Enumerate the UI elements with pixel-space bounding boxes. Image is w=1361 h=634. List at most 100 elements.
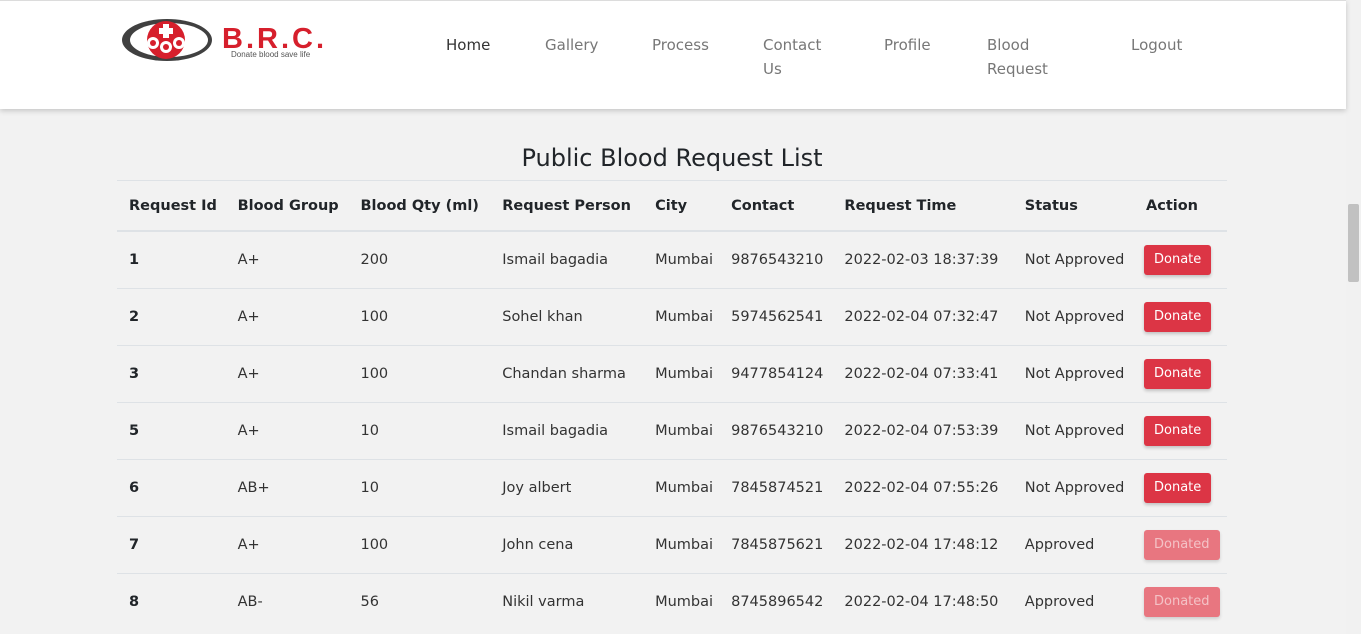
cell-request-person: Chandan sharma — [490, 345, 644, 403]
cell-blood-qty: 10 — [348, 459, 491, 517]
header-action: Action — [1134, 180, 1227, 232]
header-request-id: Request Id — [117, 180, 226, 232]
cell-request-person: Joy albert — [490, 459, 644, 517]
header-city: City — [643, 180, 720, 232]
cell-city: Mumbai — [643, 345, 720, 403]
cell-contact: 7845875621 — [719, 516, 833, 574]
cell-request-time: 2022-02-04 07:55:26 — [832, 459, 1013, 517]
page-scrollbar[interactable] — [1346, 0, 1361, 634]
cell-request-time: 2022-02-03 18:37:39 — [832, 230, 1013, 289]
table-row: 3 A+ 100 Chandan sharma Mumbai 947785412… — [117, 345, 1227, 403]
cell-blood-group: AB+ — [225, 459, 349, 517]
nav-profile[interactable]: Profile — [884, 33, 931, 57]
nav-contact-us[interactable]: Contact Us — [763, 33, 821, 81]
cell-blood-group: A+ — [225, 288, 349, 346]
donate-button[interactable]: Donate — [1144, 473, 1212, 503]
cell-request-time: 2022-02-04 07:32:47 — [832, 288, 1013, 346]
header-blood-qty: Blood Qty (ml) — [348, 180, 491, 232]
cell-city: Mumbai — [643, 288, 720, 346]
cell-contact: 7845874521 — [719, 459, 833, 517]
header-request-person: Request Person — [490, 180, 644, 232]
cell-blood-group: A+ — [225, 230, 349, 289]
cell-request-time: 2022-02-04 07:33:41 — [832, 345, 1013, 403]
cell-contact: 9876543210 — [719, 230, 833, 289]
cell-contact: 9477854124 — [719, 345, 833, 403]
cell-action: Donate — [1134, 288, 1227, 346]
nav-blood-request-label-2: Request — [987, 60, 1048, 78]
cell-blood-qty: 100 — [348, 516, 491, 574]
brc-logo[interactable]: B.R.C. Donate blood save life — [122, 17, 367, 63]
header-request-time: Request Time — [832, 180, 1013, 232]
cell-request-id: 5 — [117, 402, 226, 460]
nav-contact-label-1: Contact — [763, 36, 822, 54]
cell-blood-group: A+ — [225, 516, 349, 574]
cell-status: Approved — [1012, 573, 1134, 630]
cell-status: Not Approved — [1012, 402, 1134, 460]
cell-blood-qty: 100 — [348, 288, 491, 346]
table-row: 2 A+ 100 Sohel khan Mumbai 5974562541 20… — [117, 288, 1227, 346]
blood-request-table: Request Id Blood Group Blood Qty (ml) Re… — [117, 180, 1227, 630]
header-contact: Contact — [719, 180, 833, 232]
cell-request-person: Sohel khan — [490, 288, 644, 346]
nav-contact-label-2: Us — [763, 60, 782, 78]
donate-button[interactable]: Donate — [1144, 359, 1212, 389]
cell-blood-qty: 10 — [348, 402, 491, 460]
cell-city: Mumbai — [643, 230, 720, 289]
cell-request-person: Ismail bagadia — [490, 230, 644, 289]
cell-blood-qty: 100 — [348, 345, 491, 403]
cell-request-time: 2022-02-04 07:53:39 — [832, 402, 1013, 460]
cell-blood-qty: 200 — [348, 230, 491, 289]
nav-logout[interactable]: Logout — [1131, 33, 1182, 57]
donate-button[interactable]: Donate — [1144, 245, 1212, 275]
cell-request-person: Ismail bagadia — [490, 402, 644, 460]
cell-blood-group: A+ — [225, 345, 349, 403]
cell-blood-group: AB- — [225, 573, 349, 630]
cell-status: Not Approved — [1012, 288, 1134, 346]
cell-blood-group: A+ — [225, 402, 349, 460]
cell-status: Not Approved — [1012, 345, 1134, 403]
nav-blood-request-label-1: Blood — [987, 36, 1030, 54]
nav-process[interactable]: Process — [652, 33, 709, 57]
cell-request-id: 7 — [117, 516, 226, 574]
cell-status: Not Approved — [1012, 230, 1134, 289]
scrollbar-thumb[interactable] — [1348, 204, 1359, 282]
donate-button[interactable]: Donate — [1144, 302, 1212, 332]
nav-blood-request[interactable]: Blood Request — [987, 33, 1048, 81]
cell-blood-qty: 56 — [348, 573, 491, 630]
table-header-row: Request Id Blood Group Blood Qty (ml) Re… — [117, 180, 1227, 232]
cell-city: Mumbai — [643, 516, 720, 574]
cell-request-id: 8 — [117, 573, 226, 630]
donated-button: Donated — [1144, 587, 1220, 617]
cell-action: Donate — [1134, 402, 1227, 460]
cell-request-id: 2 — [117, 288, 226, 346]
cell-action: Donated — [1134, 516, 1227, 574]
cell-action: Donate — [1134, 230, 1227, 289]
table-row: 7 A+ 100 John cena Mumbai 7845875621 202… — [117, 516, 1227, 574]
donated-button: Donated — [1144, 530, 1220, 560]
header-status: Status — [1012, 180, 1134, 232]
top-navbar: B.R.C. Donate blood save life Home Galle… — [0, 0, 1346, 109]
nav-home[interactable]: Home — [446, 33, 490, 57]
svg-text:Donate blood save life: Donate blood save life — [231, 50, 311, 59]
cell-action: Donate — [1134, 459, 1227, 517]
cell-request-time: 2022-02-04 17:48:12 — [832, 516, 1013, 574]
page-title: Public Blood Request List — [521, 144, 823, 172]
donate-button[interactable]: Donate — [1144, 416, 1212, 446]
cell-action: Donated — [1134, 573, 1227, 630]
cell-request-id: 6 — [117, 459, 226, 517]
cell-request-person: John cena — [490, 516, 644, 574]
cell-city: Mumbai — [643, 573, 720, 630]
cell-request-id: 1 — [117, 230, 226, 289]
cell-status: Approved — [1012, 516, 1134, 574]
cell-request-time: 2022-02-04 17:48:50 — [832, 573, 1013, 630]
cell-status: Not Approved — [1012, 459, 1134, 517]
cell-request-id: 3 — [117, 345, 226, 403]
cell-contact: 9876543210 — [719, 402, 833, 460]
nav-gallery[interactable]: Gallery — [545, 33, 598, 57]
cell-request-person: Nikil varma — [490, 573, 644, 630]
cell-action: Donate — [1134, 345, 1227, 403]
table-row: 1 A+ 200 Ismail bagadia Mumbai 987654321… — [117, 230, 1227, 289]
cell-city: Mumbai — [643, 459, 720, 517]
cell-contact: 8745896542 — [719, 573, 833, 630]
cell-contact: 5974562541 — [719, 288, 833, 346]
